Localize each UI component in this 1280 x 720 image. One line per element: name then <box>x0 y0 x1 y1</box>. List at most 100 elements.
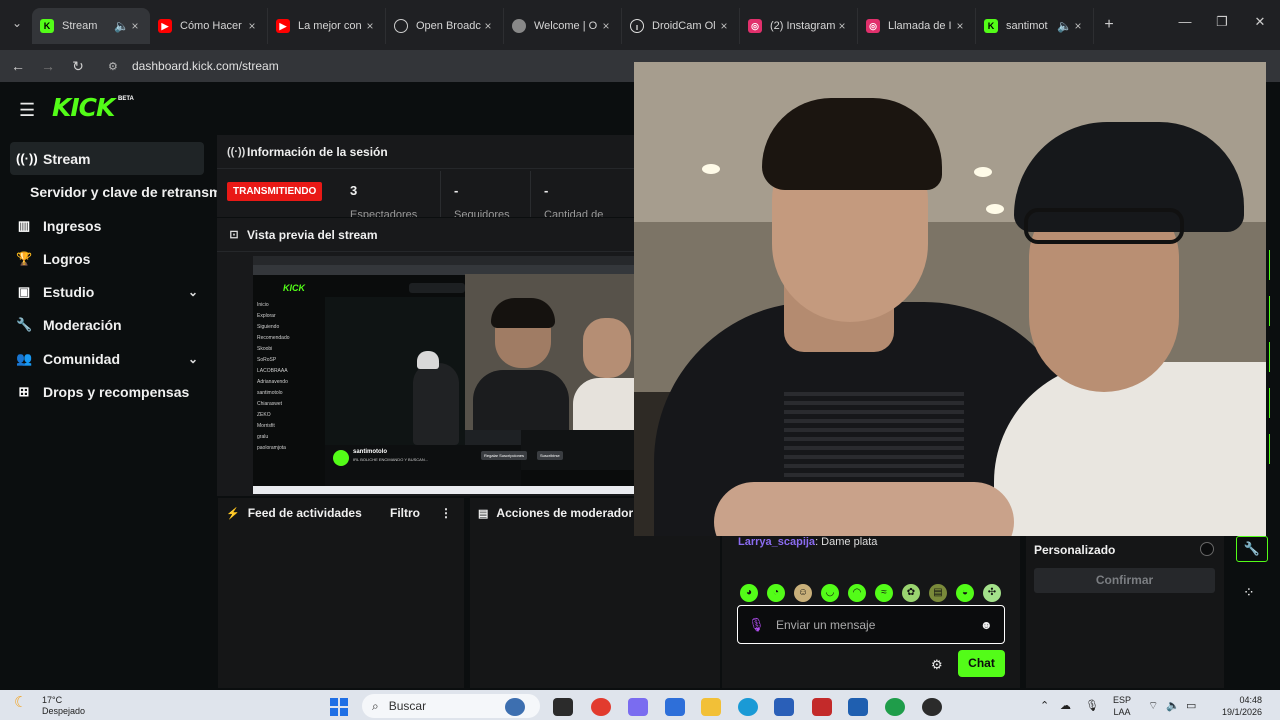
folder-icon[interactable] <box>701 698 721 716</box>
confirm-button[interactable]: Confirmar <box>1034 568 1215 593</box>
tab-6[interactable]: ◎ (2) Instagram × <box>740 8 858 44</box>
stream-preview-title: Vista previa del stream <box>247 227 378 242</box>
tab-5[interactable]: ı DroidCam Ol × <box>622 8 740 44</box>
wrench-icon[interactable]: 🔧 <box>1236 536 1268 562</box>
sidebar-item-stream[interactable]: ((·)) Stream <box>10 142 204 175</box>
emote-icon[interactable]: ◒ <box>956 584 974 602</box>
site-header: ☰ KICK BETA <box>0 82 634 134</box>
rail-marker <box>1266 388 1270 418</box>
menu-icon[interactable]: ☰ <box>19 100 35 121</box>
tab-0[interactable]: K Stream 🔈 × <box>32 8 150 44</box>
apps-icon[interactable]: ⁘ <box>1243 584 1255 601</box>
microphone-icon[interactable]: 🎙 <box>748 617 765 633</box>
close-icon[interactable]: × <box>835 19 849 33</box>
taskbar-clock[interactable]: 04:48 19/1/2026 <box>1214 694 1262 718</box>
site-settings-icon[interactable]: ⚙ <box>108 60 124 73</box>
activity-feed-title: Feed de actividades <box>247 506 362 520</box>
emote-icon[interactable]: ◡ <box>821 584 839 602</box>
forward-button[interactable]: → <box>38 56 58 76</box>
session-info-title: Información de la sesión <box>247 144 388 159</box>
close-icon[interactable]: × <box>953 19 967 33</box>
word-icon[interactable] <box>774 698 794 716</box>
bolt-icon: ⚡ <box>226 507 240 520</box>
chevron-down-icon[interactable]: ⌄ <box>188 352 198 366</box>
chat-panel: Larrya_scapija: Dame plata ◕ ◔ ☺ ◡ ◠ ≈ ✿… <box>722 536 1020 688</box>
mcafee-icon[interactable] <box>812 698 832 716</box>
emote-icon[interactable]: ◕ <box>740 584 758 602</box>
maximize-button[interactable]: ❐ <box>1212 14 1232 30</box>
cloud-icon[interactable]: ☁ <box>1060 699 1071 712</box>
chat-username[interactable]: Larrya_scapija <box>738 536 815 548</box>
emote-icon[interactable]: ◔ <box>767 584 785 602</box>
tab-search-icon[interactable]: ⌄ <box>8 16 26 34</box>
vscode-icon[interactable] <box>665 698 685 716</box>
sidebar-item-server-key[interactable]: Servidor y clave de retransm <box>30 184 221 200</box>
reload-button[interactable]: ↻ <box>68 56 88 76</box>
kick-logo[interactable]: KICK <box>52 93 115 122</box>
sidebar-item-drops[interactable]: ⊞ Drops y recompensas <box>10 375 204 408</box>
rail-marker <box>1266 296 1270 326</box>
tab-7[interactable]: ◎ Llamada de I × <box>858 8 976 44</box>
tab-4[interactable]: Welcome | O × <box>504 8 622 44</box>
language-indicator[interactable]: ESP LAA <box>1113 694 1131 718</box>
emote-icon[interactable]: ☺ <box>794 584 812 602</box>
taskview-icon[interactable] <box>553 698 573 716</box>
sidebar-item-label: Comunidad <box>43 350 120 367</box>
chat-send-button[interactable]: Chat <box>958 650 1005 677</box>
obs-icon[interactable] <box>922 698 942 716</box>
sidebar-item-estudio[interactable]: ▣ Estudio ⌄ <box>10 275 204 308</box>
viewers-label: Espectadores <box>350 209 418 217</box>
filter-button[interactable]: Filtro <box>390 506 420 520</box>
document-icon: ▤ <box>478 507 489 520</box>
weather-widget[interactable]: ☾ 17°C Despejado <box>14 695 85 717</box>
store-icon[interactable] <box>848 698 868 716</box>
battery-icon[interactable]: ▭ <box>1186 699 1196 712</box>
stream-preview-frame[interactable]: KICK Inicio Explorar Siguiendo Recomenda… <box>253 256 634 494</box>
tab-8[interactable]: K santimot 🔈 × <box>976 8 1094 44</box>
chevron-up-icon[interactable]: ⌃ <box>1040 699 1049 712</box>
back-button[interactable]: ← <box>8 56 28 76</box>
chevron-down-icon[interactable]: ⌄ <box>188 285 198 299</box>
emoji-icon[interactable]: ☻ <box>980 618 994 632</box>
close-icon[interactable]: × <box>599 19 613 33</box>
chrome-icon[interactable] <box>591 698 611 716</box>
preview-taskbar <box>253 486 634 494</box>
url-field[interactable]: ⚙ dashboard.kick.com/stream <box>100 54 620 78</box>
tab-1[interactable]: ▶ Cómo Hacer × <box>150 8 268 44</box>
close-icon[interactable]: × <box>128 19 142 33</box>
tab-3[interactable]: Open Broadc × <box>386 8 504 44</box>
sidebar-item-ingresos[interactable]: ▥ Ingresos <box>10 209 204 242</box>
more-options-icon[interactable]: ⋮ <box>440 506 452 520</box>
emote-icon[interactable]: ✿ <box>902 584 920 602</box>
new-tab-button[interactable]: + <box>1100 16 1118 34</box>
rail-marker <box>1266 342 1270 372</box>
chat-input[interactable]: 🎙 Enviar un mensaje ☻ <box>737 605 1005 644</box>
close-icon[interactable]: × <box>717 19 731 33</box>
preview-sidebar-item: paoloramjota <box>257 445 286 451</box>
gear-icon[interactable]: ⚙ <box>931 657 943 673</box>
emote-icon[interactable]: ✣ <box>983 584 1001 602</box>
microphone-icon[interactable]: 🎙 <box>1085 699 1099 712</box>
close-icon[interactable]: × <box>1071 19 1085 33</box>
close-icon[interactable]: × <box>481 19 495 33</box>
minimize-button[interactable]: — <box>1175 14 1195 29</box>
volume-icon[interactable]: 🔈 <box>1166 699 1180 712</box>
close-icon[interactable]: × <box>245 19 259 33</box>
wifi-icon[interactable]: ⌔ <box>1148 699 1158 713</box>
emote-icon[interactable]: ≈ <box>875 584 893 602</box>
start-button[interactable] <box>330 698 348 716</box>
copilot-icon[interactable] <box>628 698 648 716</box>
sidebar-item-moderacion[interactable]: 🔧 Moderación <box>10 308 204 341</box>
edge-icon[interactable] <box>738 698 758 716</box>
close-window-button[interactable]: ✕ <box>1250 14 1270 30</box>
close-icon[interactable]: × <box>363 19 377 33</box>
taskbar-app-icon[interactable] <box>505 698 525 716</box>
emote-icon[interactable]: ◠ <box>848 584 866 602</box>
emote-icon[interactable]: ▤ <box>929 584 947 602</box>
sidebar-item-comunidad[interactable]: 👥 Comunidad ⌄ <box>10 342 204 375</box>
viewers-value: 3 <box>350 183 358 198</box>
sidebar-item-logros[interactable]: 🏆 Logros <box>10 242 204 275</box>
custom-radio[interactable] <box>1200 542 1214 556</box>
tab-2[interactable]: ▶ La mejor con × <box>268 8 386 44</box>
chrome-profile-icon[interactable] <box>885 698 905 716</box>
